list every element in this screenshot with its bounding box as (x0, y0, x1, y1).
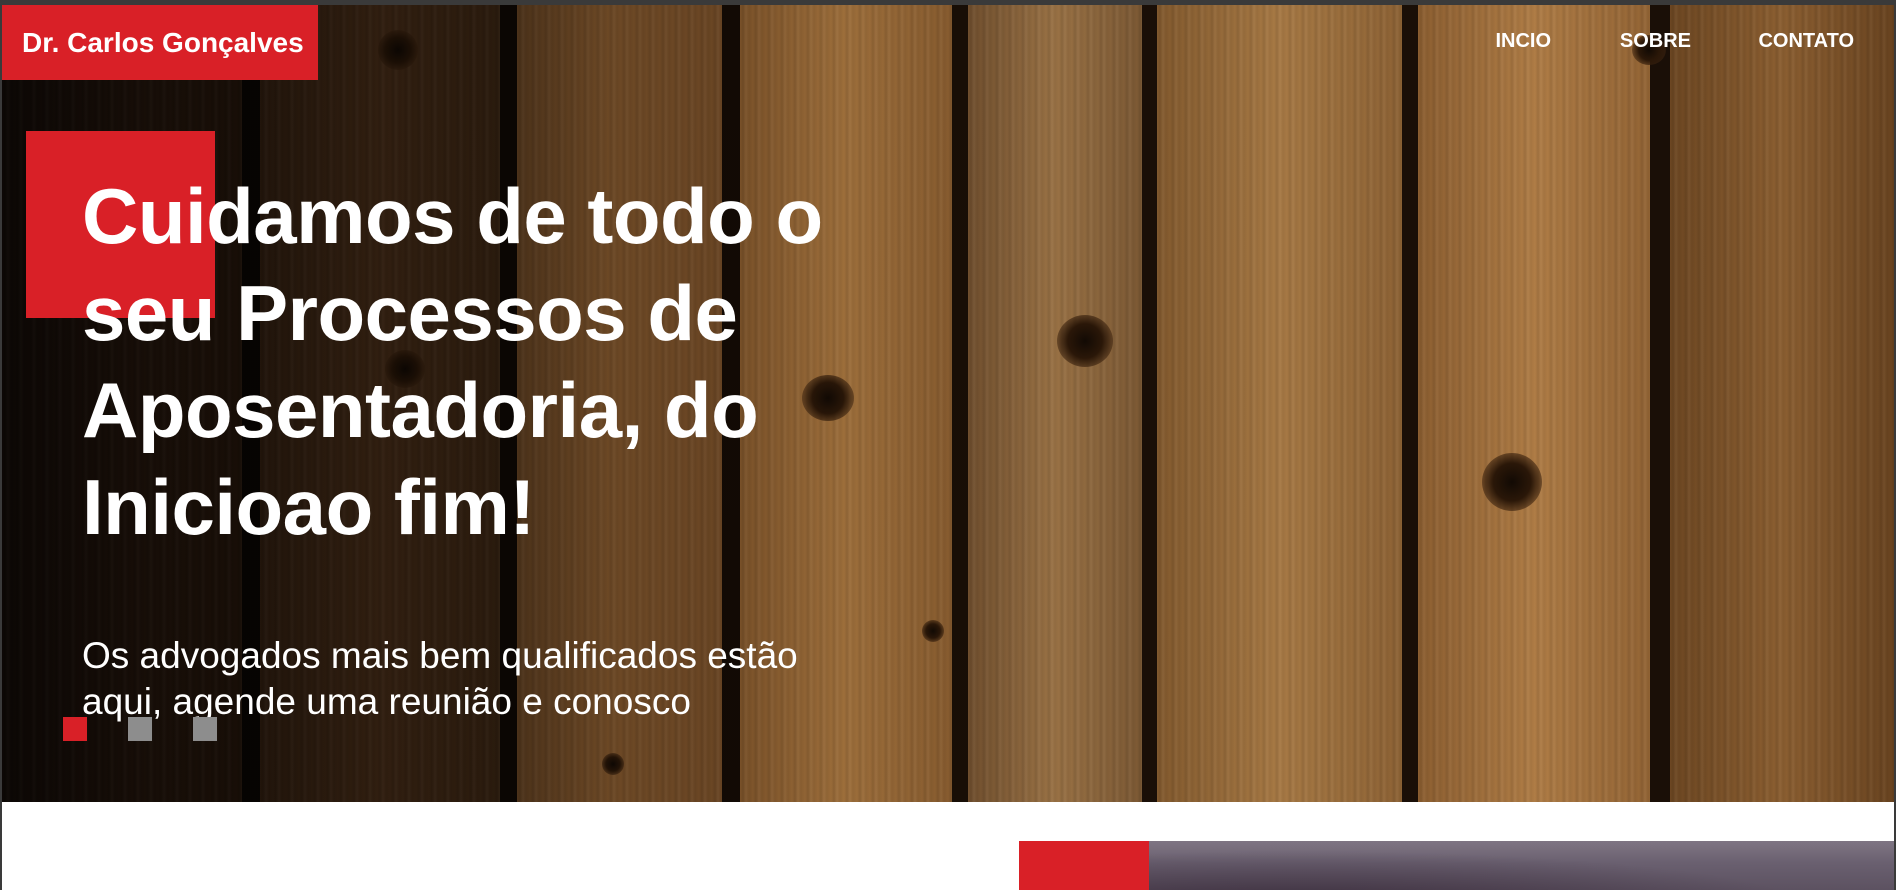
page: Cuidamos de todo o seu Processos de Apos… (2, 5, 1894, 890)
nav-link-sobre[interactable]: SOBRE (1620, 30, 1691, 53)
nav-link-inicio[interactable]: INCIO (1495, 30, 1551, 53)
hero-headline: Cuidamos de todo o seu Processos de Apos… (82, 172, 823, 551)
slider-dot-2[interactable] (128, 717, 152, 741)
brand-logo-link[interactable]: Dr. Carlos Gonçalves (2, 5, 318, 80)
hero-section: Cuidamos de todo o seu Processos de Apos… (2, 5, 1894, 802)
section-accent-block (1019, 841, 1149, 890)
nav-link-contato[interactable]: CONTATO (1758, 30, 1854, 53)
slider-dot-3[interactable] (193, 717, 217, 741)
slider-dot-1[interactable] (63, 717, 87, 741)
hero-subtitle: Os advogados mais bem qualificados estão… (82, 635, 798, 722)
section-image (1149, 841, 1894, 890)
